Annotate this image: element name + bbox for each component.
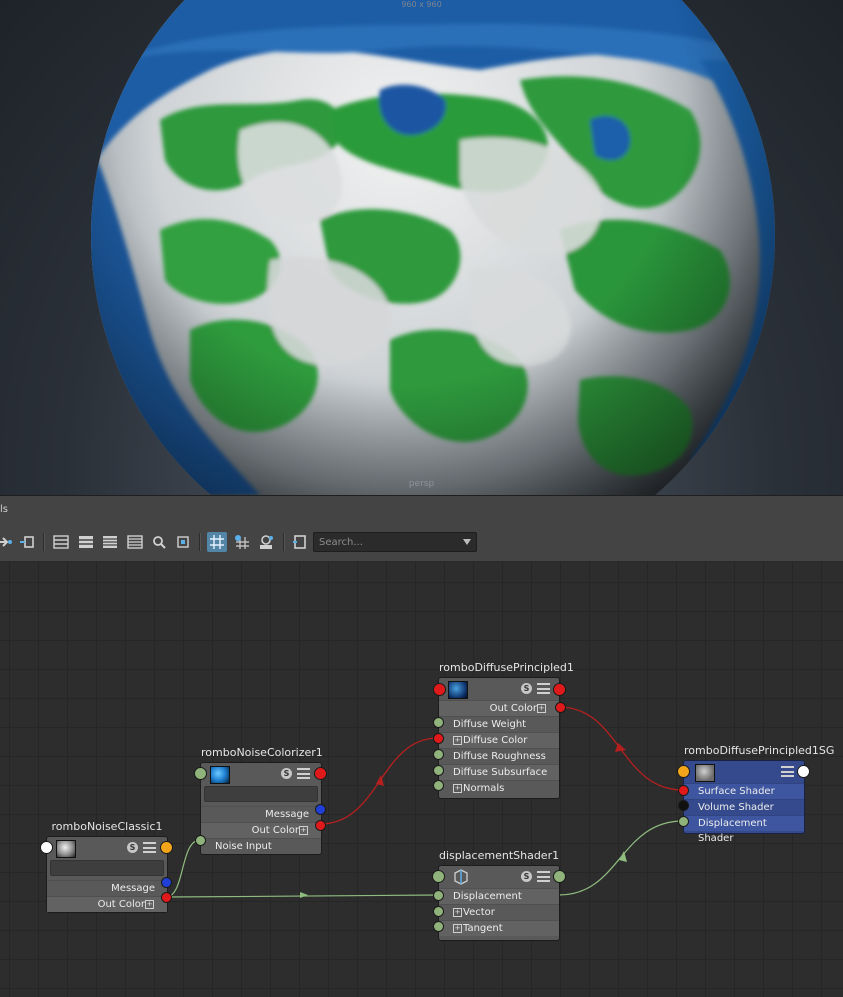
layout-toggle-icon[interactable] <box>537 683 550 694</box>
port-tangent[interactable]: + Tangent <box>439 920 559 936</box>
node-displacement-shader[interactable]: displacementShader1 S Displacement + Vect… <box>438 849 560 941</box>
port-normals[interactable]: + Normals <box>439 780 559 796</box>
solo-icon[interactable]: S <box>521 683 532 694</box>
displacement-shader-port[interactable] <box>678 816 689 827</box>
node-output-port[interactable] <box>314 767 327 780</box>
layout-full-icon[interactable] <box>100 532 120 552</box>
solo-icon[interactable]: S <box>281 768 292 779</box>
node-title: displacementShader1 <box>439 849 560 862</box>
port-out-color[interactable]: Out Color + <box>47 896 167 912</box>
layout-connected-icon[interactable] <box>76 532 96 552</box>
node-title: romboNoiseColorizer1 <box>201 746 323 759</box>
node-swatch <box>210 766 230 784</box>
node-rombo-noise-colorizer[interactable]: romboNoiseColorizer1 S Message Out Color… <box>200 746 323 855</box>
render-viewport[interactable]: 960 x 960 persp <box>0 0 843 495</box>
node-attribute-bar <box>50 860 164 876</box>
node-input-port[interactable] <box>432 870 445 883</box>
noise-input-port[interactable] <box>195 835 206 846</box>
solo-icon[interactable]: S <box>127 842 138 853</box>
sg-output-port[interactable] <box>797 765 810 778</box>
port-diffuse-color[interactable]: + Diffuse Color <box>439 732 559 748</box>
out-color-port[interactable] <box>555 702 566 713</box>
node-swatch <box>695 764 715 782</box>
node-output-port[interactable] <box>553 870 566 883</box>
solo-icon[interactable]: S <box>521 871 532 882</box>
layout-toggle-icon[interactable] <box>143 842 156 853</box>
diffuse-subsurface-port[interactable] <box>433 765 444 776</box>
port-message[interactable]: Message <box>47 880 167 896</box>
layout-toggle-icon[interactable] <box>781 766 794 777</box>
displacement-node-icon <box>452 869 470 885</box>
diffuse-weight-port[interactable] <box>433 717 444 728</box>
port-volume-shader[interactable]: Volume Shader <box>684 799 804 815</box>
layout-toggle-icon[interactable] <box>297 768 310 779</box>
panel-title: ls <box>0 504 8 515</box>
port-message[interactable]: Message <box>201 806 321 822</box>
node-graph-canvas[interactable]: romboDiffusePrincipled1 S Out Color + Dif… <box>0 562 843 997</box>
layout-custom-icon[interactable] <box>125 532 145 552</box>
surface-shader-port[interactable] <box>678 785 689 796</box>
tangent-port[interactable] <box>433 921 444 932</box>
displacement-port[interactable] <box>433 890 444 901</box>
node-input-port[interactable] <box>194 767 207 780</box>
render-resolution-label: 960 x 960 <box>401 0 442 9</box>
frame-selection-icon[interactable] <box>173 532 193 552</box>
port-diffuse-weight[interactable]: Diffuse Weight <box>439 716 559 732</box>
port-out-color[interactable]: Out Color + <box>201 822 321 838</box>
node-swatch <box>56 840 76 858</box>
graph-input-output-icon[interactable] <box>0 532 14 552</box>
normals-port[interactable] <box>433 780 444 791</box>
port-vector-displacement[interactable]: +Vector Displacement <box>439 904 559 933</box>
planet-sphere-render <box>91 0 775 495</box>
panel-title-bar: ls <box>0 495 843 524</box>
find-node-icon[interactable] <box>149 532 169 552</box>
port-diffuse-subsurface[interactable]: Diffuse Subsurface <box>439 764 559 780</box>
graph-upstream-icon[interactable] <box>17 532 37 552</box>
port-diffuse-roughness[interactable]: Diffuse Roughness <box>439 748 559 764</box>
diffuse-roughness-port[interactable] <box>433 749 444 760</box>
node-rombo-diffuse-principled[interactable]: romboDiffusePrincipled1 S Out Color + Dif… <box>438 661 574 799</box>
graph-camera-icon[interactable] <box>256 532 276 552</box>
node-title: romboDiffusePrincipled1 <box>439 661 574 674</box>
node-output-port[interactable] <box>553 683 566 696</box>
node-swatch <box>448 681 468 699</box>
node-shading-group[interactable]: romboDiffusePrincipled1SG Surface Shader… <box>683 744 834 844</box>
node-input-port[interactable] <box>40 841 53 854</box>
node-rombo-noise-classic[interactable]: romboNoiseClassic1 S Message Out Color + <box>46 820 168 913</box>
layout-simple-icon[interactable] <box>51 532 71 552</box>
node-output-port[interactable] <box>160 841 173 854</box>
snap-to-grid-icon[interactable] <box>232 532 252 552</box>
vector-displacement-port[interactable] <box>433 906 444 917</box>
show-grid-icon[interactable] <box>207 532 227 552</box>
node-attribute-bar <box>204 786 318 802</box>
layout-toggle-icon[interactable] <box>537 871 550 882</box>
message-port[interactable] <box>161 877 172 888</box>
out-color-port[interactable] <box>315 820 326 831</box>
port-out-color[interactable]: Out Color + <box>439 700 559 716</box>
clear-graph-icon[interactable] <box>290 532 310 552</box>
sg-input-port[interactable] <box>677 765 690 778</box>
node-input-port[interactable] <box>433 683 446 696</box>
camera-label: persp <box>408 479 435 489</box>
diffuse-color-port[interactable] <box>433 733 444 744</box>
search-input[interactable] <box>317 534 459 551</box>
port-displacement-shader[interactable]: Displacement Shader <box>684 815 804 844</box>
node-title: romboNoiseClassic1 <box>51 820 163 833</box>
port-noise-input[interactable]: Noise Input <box>201 838 321 854</box>
port-displacement[interactable]: Displacement <box>439 888 559 904</box>
node-title: romboDiffusePrincipled1SG <box>684 744 835 757</box>
out-color-port[interactable] <box>161 892 172 903</box>
port-surface-shader[interactable]: Surface Shader <box>684 783 804 799</box>
search-field[interactable] <box>313 532 477 552</box>
node-editor-toolbar <box>0 523 843 562</box>
volume-shader-port[interactable] <box>678 800 689 811</box>
message-port[interactable] <box>315 804 326 815</box>
search-dropdown-arrow-icon[interactable] <box>463 539 471 545</box>
